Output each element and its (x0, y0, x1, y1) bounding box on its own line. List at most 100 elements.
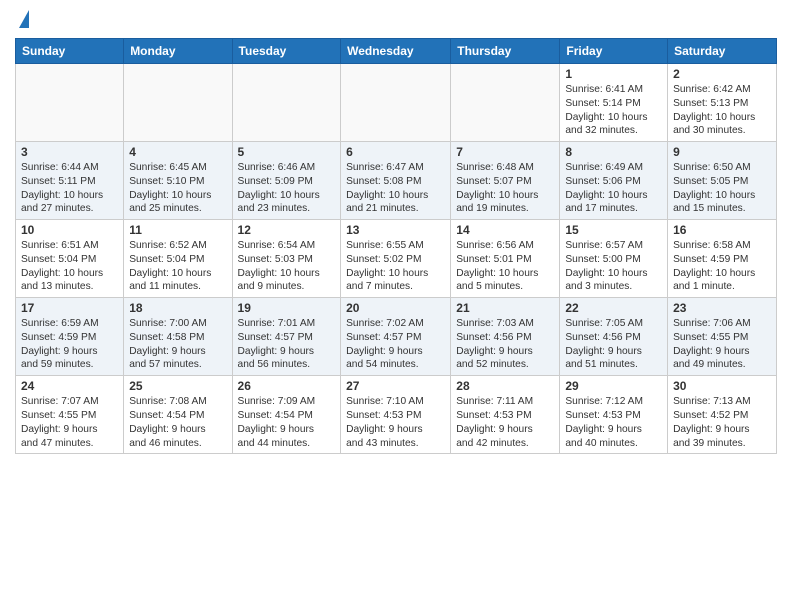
day-info: Sunrise: 6:56 AM Sunset: 5:01 PM Dayligh… (456, 239, 554, 294)
calendar-header: SundayMondayTuesdayWednesdayThursdayFrid… (16, 39, 777, 64)
day-number: 8 (565, 145, 662, 159)
day-info: Sunrise: 6:51 AM Sunset: 5:04 PM Dayligh… (21, 239, 118, 294)
day-info: Sunrise: 6:46 AM Sunset: 5:09 PM Dayligh… (238, 161, 336, 216)
day-number: 5 (238, 145, 336, 159)
column-header-monday: Monday (124, 39, 232, 64)
calendar-cell: 18 Sunrise: 7:00 AM Sunset: 4:58 PM Dayli… (124, 298, 232, 376)
day-number: 16 (673, 223, 771, 237)
day-info: Sunrise: 7:06 AM Sunset: 4:55 PM Dayligh… (673, 317, 771, 372)
calendar-cell: 24 Sunrise: 7:07 AM Sunset: 4:55 PM Dayli… (16, 376, 124, 454)
calendar-cell: 29 Sunrise: 7:12 AM Sunset: 4:53 PM Dayli… (560, 376, 668, 454)
calendar-cell: 23 Sunrise: 7:06 AM Sunset: 4:55 PM Dayli… (668, 298, 777, 376)
column-header-thursday: Thursday (451, 39, 560, 64)
day-number: 28 (456, 379, 554, 393)
day-info: Sunrise: 6:41 AM Sunset: 5:14 PM Dayligh… (565, 83, 662, 138)
column-header-friday: Friday (560, 39, 668, 64)
day-info: Sunrise: 6:44 AM Sunset: 5:11 PM Dayligh… (21, 161, 118, 216)
calendar-cell: 13 Sunrise: 6:55 AM Sunset: 5:02 PM Dayli… (341, 220, 451, 298)
day-info: Sunrise: 7:02 AM Sunset: 4:57 PM Dayligh… (346, 317, 445, 372)
page-header (15, 10, 777, 30)
calendar-cell: 25 Sunrise: 7:08 AM Sunset: 4:54 PM Dayli… (124, 376, 232, 454)
calendar-cell: 10 Sunrise: 6:51 AM Sunset: 5:04 PM Dayli… (16, 220, 124, 298)
calendar-cell: 30 Sunrise: 7:13 AM Sunset: 4:52 PM Dayli… (668, 376, 777, 454)
calendar-cell (124, 64, 232, 142)
calendar-cell: 15 Sunrise: 6:57 AM Sunset: 5:00 PM Dayli… (560, 220, 668, 298)
day-info: Sunrise: 7:08 AM Sunset: 4:54 PM Dayligh… (129, 395, 226, 450)
day-info: Sunrise: 6:45 AM Sunset: 5:10 PM Dayligh… (129, 161, 226, 216)
day-number: 20 (346, 301, 445, 315)
day-info: Sunrise: 6:55 AM Sunset: 5:02 PM Dayligh… (346, 239, 445, 294)
day-number: 14 (456, 223, 554, 237)
calendar-cell: 11 Sunrise: 6:52 AM Sunset: 5:04 PM Dayli… (124, 220, 232, 298)
day-info: Sunrise: 7:12 AM Sunset: 4:53 PM Dayligh… (565, 395, 662, 450)
calendar-cell: 16Sunrise: 6:58 AM Sunset: 4:59 PM Dayli… (668, 220, 777, 298)
day-number: 18 (129, 301, 226, 315)
day-number: 12 (238, 223, 336, 237)
day-number: 10 (21, 223, 118, 237)
day-number: 15 (565, 223, 662, 237)
day-number: 22 (565, 301, 662, 315)
day-info: Sunrise: 7:03 AM Sunset: 4:56 PM Dayligh… (456, 317, 554, 372)
day-number: 24 (21, 379, 118, 393)
day-info: Sunrise: 7:01 AM Sunset: 4:57 PM Dayligh… (238, 317, 336, 372)
logo-triangle-icon (19, 10, 29, 28)
day-info: Sunrise: 6:48 AM Sunset: 5:07 PM Dayligh… (456, 161, 554, 216)
day-number: 19 (238, 301, 336, 315)
calendar-body: 1 Sunrise: 6:41 AM Sunset: 5:14 PM Daylig… (16, 64, 777, 454)
header-row: SundayMondayTuesdayWednesdayThursdayFrid… (16, 39, 777, 64)
day-number: 25 (129, 379, 226, 393)
calendar-cell: 4 Sunrise: 6:45 AM Sunset: 5:10 PM Daylig… (124, 142, 232, 220)
day-number: 7 (456, 145, 554, 159)
day-info: Sunrise: 7:00 AM Sunset: 4:58 PM Dayligh… (129, 317, 226, 372)
day-info: Sunrise: 7:13 AM Sunset: 4:52 PM Dayligh… (673, 395, 771, 450)
calendar-row: 17 Sunrise: 6:59 AM Sunset: 4:59 PM Dayli… (16, 298, 777, 376)
day-number: 30 (673, 379, 771, 393)
day-number: 17 (21, 301, 118, 315)
day-number: 11 (129, 223, 226, 237)
day-info: Sunrise: 6:57 AM Sunset: 5:00 PM Dayligh… (565, 239, 662, 294)
calendar-cell: 20 Sunrise: 7:02 AM Sunset: 4:57 PM Dayli… (341, 298, 451, 376)
calendar-cell: 26 Sunrise: 7:09 AM Sunset: 4:54 PM Dayli… (232, 376, 341, 454)
day-number: 21 (456, 301, 554, 315)
column-header-wednesday: Wednesday (341, 39, 451, 64)
calendar-row: 10 Sunrise: 6:51 AM Sunset: 5:04 PM Dayli… (16, 220, 777, 298)
calendar-cell: 19 Sunrise: 7:01 AM Sunset: 4:57 PM Dayli… (232, 298, 341, 376)
calendar-cell: 2 Sunrise: 6:42 AM Sunset: 5:13 PM Daylig… (668, 64, 777, 142)
calendar-cell: 28Sunrise: 7:11 AM Sunset: 4:53 PM Dayli… (451, 376, 560, 454)
calendar-cell: 5 Sunrise: 6:46 AM Sunset: 5:09 PM Daylig… (232, 142, 341, 220)
calendar-table: SundayMondayTuesdayWednesdayThursdayFrid… (15, 38, 777, 454)
day-info: Sunrise: 6:50 AM Sunset: 5:05 PM Dayligh… (673, 161, 771, 216)
day-number: 3 (21, 145, 118, 159)
day-number: 26 (238, 379, 336, 393)
day-info: Sunrise: 7:10 AM Sunset: 4:53 PM Dayligh… (346, 395, 445, 450)
day-number: 13 (346, 223, 445, 237)
day-info: Sunrise: 7:09 AM Sunset: 4:54 PM Dayligh… (238, 395, 336, 450)
day-info: Sunrise: 7:05 AM Sunset: 4:56 PM Dayligh… (565, 317, 662, 372)
calendar-cell: 7 Sunrise: 6:48 AM Sunset: 5:07 PM Daylig… (451, 142, 560, 220)
day-number: 27 (346, 379, 445, 393)
column-header-saturday: Saturday (668, 39, 777, 64)
calendar-cell: 3 Sunrise: 6:44 AM Sunset: 5:11 PM Daylig… (16, 142, 124, 220)
day-number: 4 (129, 145, 226, 159)
day-info: Sunrise: 7:07 AM Sunset: 4:55 PM Dayligh… (21, 395, 118, 450)
day-info: Sunrise: 6:54 AM Sunset: 5:03 PM Dayligh… (238, 239, 336, 294)
calendar-cell: 8 Sunrise: 6:49 AM Sunset: 5:06 PM Daylig… (560, 142, 668, 220)
column-header-tuesday: Tuesday (232, 39, 341, 64)
day-number: 1 (565, 67, 662, 81)
calendar-cell: 1 Sunrise: 6:41 AM Sunset: 5:14 PM Daylig… (560, 64, 668, 142)
calendar-cell (16, 64, 124, 142)
calendar-cell: 27 Sunrise: 7:10 AM Sunset: 4:53 PM Dayli… (341, 376, 451, 454)
calendar-cell (232, 64, 341, 142)
day-number: 9 (673, 145, 771, 159)
calendar-cell (451, 64, 560, 142)
day-info: Sunrise: 6:59 AM Sunset: 4:59 PM Dayligh… (21, 317, 118, 372)
day-number: 23 (673, 301, 771, 315)
day-number: 29 (565, 379, 662, 393)
day-info: Sunrise: 6:42 AM Sunset: 5:13 PM Dayligh… (673, 83, 771, 138)
day-info: Sunrise: 6:49 AM Sunset: 5:06 PM Dayligh… (565, 161, 662, 216)
calendar-cell (341, 64, 451, 142)
calendar-row: 1 Sunrise: 6:41 AM Sunset: 5:14 PM Daylig… (16, 64, 777, 142)
day-number: 2 (673, 67, 771, 81)
column-header-sunday: Sunday (16, 39, 124, 64)
day-info: Sunrise: 6:52 AM Sunset: 5:04 PM Dayligh… (129, 239, 226, 294)
